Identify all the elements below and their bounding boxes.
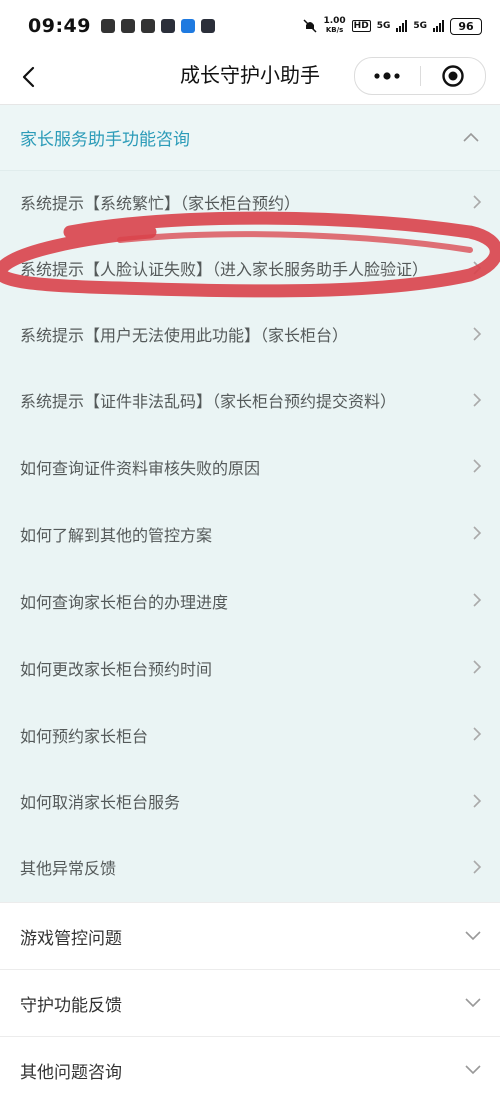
list-item-label: 系统提示【用户无法使用此功能】（家长柜台） <box>20 326 349 345</box>
chevron-right-icon <box>472 793 482 814</box>
status-bar: 09:49 1.00 KB/s HD 5G 5G 96 <box>0 0 500 52</box>
list-item[interactable]: 如何预约家长柜台 <box>0 703 500 770</box>
chevron-down-icon <box>464 1060 482 1080</box>
chevron-right-icon <box>472 525 482 546</box>
app-notification-icon <box>100 19 115 33</box>
signal-label-2: 5G <box>413 21 427 31</box>
hd-badge: HD <box>351 20 371 32</box>
chevron-right-icon <box>472 458 482 479</box>
list-item[interactable]: 如何查询证件资料审核失败的原因 <box>0 435 500 502</box>
list-item-label: 如何查询家长柜台的办理进度 <box>20 592 229 612</box>
chevron-right-icon <box>472 260 482 281</box>
signal-bars-icon <box>396 20 408 32</box>
close-button[interactable] <box>421 58 486 94</box>
chevron-down-icon <box>464 926 482 946</box>
list-item[interactable]: 如何了解到其他的管控方案 <box>0 502 500 569</box>
section-item-list: 系统提示【系统繁忙】（家长柜台预约） 系统提示【人脸认证失败】（进入家长服务助手… <box>0 171 500 902</box>
app-notification-icon <box>200 19 215 33</box>
mute-bell-icon <box>303 19 317 33</box>
list-item-label: 其他异常反馈 <box>20 859 117 878</box>
status-time: 09:49 <box>28 15 91 37</box>
list-item-label: 如何更改家长柜台预约时间 <box>20 659 213 679</box>
app-notification-icon <box>180 19 195 33</box>
group-title: 其他问题咨询 <box>20 1062 122 1083</box>
chevron-right-icon <box>472 726 482 747</box>
collapsed-group-game-control[interactable]: 游戏管控问题 <box>0 902 500 969</box>
list-item-label: 系统提示【人脸认证失败】（进入家长服务助手人脸验证） <box>20 260 429 279</box>
signal-label-1: 5G <box>376 21 391 31</box>
chevron-right-icon <box>472 392 482 413</box>
collapsed-group-guard-feedback[interactable]: 守护功能反馈 <box>0 969 500 1036</box>
battery-icon: 96 <box>450 17 482 35</box>
chevron-up-icon <box>462 128 480 147</box>
more-dots-icon <box>374 72 400 80</box>
net-speed-value: 1.00 <box>323 16 346 26</box>
more-button[interactable] <box>355 58 420 94</box>
chevron-right-icon <box>472 659 482 680</box>
list-item-label: 如何预约家长柜台 <box>20 726 149 746</box>
app-notification-icon <box>140 19 155 33</box>
list-item-label: 系统提示【系统繁忙】（家长柜台预约） <box>20 194 301 213</box>
chevron-down-icon <box>464 993 482 1013</box>
net-speed: 1.00 KB/s <box>323 17 345 35</box>
list-item[interactable]: 其他异常反馈 <box>0 836 500 902</box>
nav-bar: 成长守护小助手 <box>0 52 500 105</box>
app-notification-icon <box>120 19 135 33</box>
collapsed-group-other-questions[interactable]: 其他问题咨询 <box>0 1036 500 1103</box>
chevron-right-icon <box>472 592 482 613</box>
chevron-right-icon <box>472 859 482 880</box>
section-header-parent-services[interactable]: 家长服务助手功能咨询 <box>0 105 500 171</box>
chevron-right-icon <box>472 194 482 215</box>
list-item[interactable]: 如何更改家长柜台预约时间 <box>0 636 500 703</box>
list-item[interactable]: 如何查询家长柜台的办理进度 <box>0 569 500 636</box>
list-item-label: 如何取消家长柜台服务 <box>20 793 181 812</box>
group-title: 守护功能反馈 <box>20 995 122 1016</box>
list-item[interactable]: 如何取消家长柜台服务 <box>0 770 500 836</box>
status-indicators: 1.00 KB/s HD 5G 5G 96 <box>303 17 482 35</box>
list-item[interactable]: 系统提示【人脸认证失败】（进入家长服务助手人脸验证） <box>0 237 500 303</box>
signal-bars-icon <box>433 20 444 32</box>
mini-program-capsule <box>354 57 486 95</box>
list-item-label: 系统提示【证件非法乱码】（家长柜台预约提交资料） <box>20 392 397 411</box>
group-title: 游戏管控问题 <box>20 928 122 949</box>
target-close-icon <box>442 65 464 87</box>
list-item-label: 如何了解到其他的管控方案 <box>20 525 213 545</box>
list-item[interactable]: 系统提示【证件非法乱码】（家长柜台预约提交资料） <box>0 369 500 435</box>
list-item[interactable]: 系统提示【系统繁忙】（家长柜台预约） <box>0 171 500 237</box>
chevron-right-icon <box>472 326 482 347</box>
app-notification-icon <box>160 19 175 33</box>
faq-content: 家长服务助手功能咨询 系统提示【系统繁忙】（家长柜台预约） 系统提示【人脸认证失… <box>0 105 500 1103</box>
net-speed-unit: KB/s <box>325 26 344 34</box>
section-title: 家长服务助手功能咨询 <box>20 130 190 150</box>
list-item-label: 如何查询证件资料审核失败的原因 <box>20 458 261 478</box>
notification-icons <box>100 19 215 33</box>
list-item[interactable]: 系统提示【用户无法使用此功能】（家长柜台） <box>0 303 500 369</box>
